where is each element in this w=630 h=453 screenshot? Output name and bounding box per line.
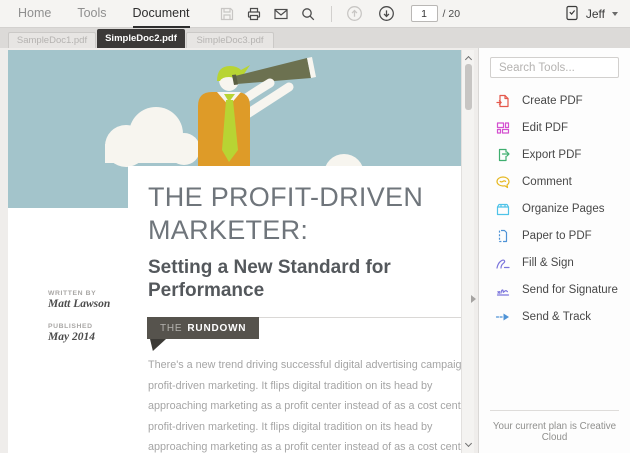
rundown-badge: THE RUNDOWN [147, 317, 259, 339]
plan-divider [490, 410, 619, 411]
document-tabs: SampleDoc1.pdf SimpleDoc2.pdf SimpleDoc3… [0, 28, 630, 48]
rundown-badge-tail [150, 339, 166, 351]
email-button[interactable] [268, 0, 295, 28]
written-by-label: WRITTEN BY [48, 290, 128, 297]
previous-page-button[interactable] [341, 0, 368, 28]
arrow-up-circle-icon [346, 5, 363, 22]
doc-tab-simpledoc3[interactable]: SimpleDoc3.pdf [186, 32, 274, 48]
scroll-down-icon[interactable] [465, 440, 472, 447]
user-name: Jeff [586, 7, 605, 21]
pdf-page: THE PROFIT-DRIVEN MARKETER: Setting a Ne… [8, 50, 468, 453]
plan-info: Your current plan is Creative Cloud Lear… [490, 410, 619, 453]
paper-to-pdf-icon [495, 228, 511, 244]
sidebar-collapse-handle[interactable] [471, 295, 476, 303]
scrollbar-thumb[interactable] [465, 64, 472, 110]
sidebar-tool-edit-pdf[interactable]: Edit PDF [479, 114, 630, 141]
tool-label: Paper to PDF [522, 230, 592, 242]
sidebar-tool-send-track[interactable]: Send & Track [479, 303, 630, 330]
save-button[interactable] [214, 0, 241, 28]
comment-icon [495, 174, 511, 190]
author-name: Matt Lawson [48, 298, 128, 310]
fill-sign-icon [495, 255, 511, 271]
email-icon [273, 6, 289, 22]
tool-label: Fill & Sign [522, 257, 574, 269]
body-line: profit-driven marketing. It flips digita… [148, 417, 468, 438]
main-area: THE PROFIT-DRIVEN MARKETER: Setting a Ne… [0, 48, 630, 453]
main-nav: Home Tools Document [18, 0, 190, 28]
body-line: There's a new trend driving successful d… [148, 355, 468, 376]
body-line: approaching marketing as a profit center… [148, 437, 468, 453]
tool-label: Export PDF [522, 149, 581, 161]
create-pdf-icon [495, 93, 511, 109]
tool-label: Edit PDF [522, 122, 568, 134]
send-track-icon [495, 309, 511, 325]
nav-tools[interactable]: Tools [77, 0, 106, 28]
organize-pages-icon [495, 201, 511, 217]
export-pdf-icon [495, 147, 511, 163]
tool-label: Create PDF [522, 95, 583, 107]
article-body: There's a new trend driving successful d… [148, 355, 468, 453]
toolbar-divider [331, 6, 332, 22]
doc-tab-simpledoc2[interactable]: SimpleDoc2.pdf [97, 29, 185, 48]
nav-home[interactable]: Home [18, 0, 51, 28]
device-check-icon [565, 5, 579, 22]
tools-list: Create PDF Edit PDF [479, 87, 630, 330]
save-icon [219, 6, 235, 22]
edit-pdf-icon [495, 120, 511, 136]
article-title: THE PROFIT-DRIVEN MARKETER: [148, 181, 458, 247]
sidebar-tool-export-pdf[interactable]: Export PDF [479, 141, 630, 168]
top-toolbar: Home Tools Document [0, 0, 630, 28]
page-number-input[interactable] [411, 5, 438, 22]
acrobat-window: Home Tools Document [0, 0, 630, 453]
sidebar-tool-paper-to-pdf[interactable]: Paper to PDF [479, 222, 630, 249]
tool-label: Send & Track [522, 311, 591, 323]
tools-sidebar: Create PDF Edit PDF [478, 48, 630, 453]
page-controls: / 20 [341, 0, 461, 28]
tool-label: Send for Signature [522, 284, 618, 296]
send-for-signature-icon [495, 282, 511, 298]
plan-text: Your current plan is Creative Cloud [490, 421, 619, 443]
nav-document[interactable]: Document [133, 0, 190, 28]
body-line: approaching marketing as a profit center… [148, 396, 468, 417]
sidebar-tool-comment[interactable]: Comment [479, 168, 630, 195]
document-scrollbar[interactable] [461, 50, 474, 453]
scroll-up-icon[interactable] [465, 56, 472, 63]
sidebar-tool-organize-pages[interactable]: Organize Pages [479, 195, 630, 222]
page-count-label: / 20 [443, 8, 461, 20]
print-icon [246, 6, 262, 22]
article-header: THE PROFIT-DRIVEN MARKETER: Setting a Ne… [128, 166, 468, 302]
search-button[interactable] [295, 0, 322, 28]
tool-label: Organize Pages [522, 203, 604, 215]
sidebar-tool-send-for-signature[interactable]: Send for Signature [479, 276, 630, 303]
chevron-down-icon [612, 12, 618, 16]
body-line: profit-driven marketing. It flips digita… [148, 376, 468, 397]
print-button[interactable] [241, 0, 268, 28]
doc-tab-sampledoc1[interactable]: SampleDoc1.pdf [8, 32, 96, 48]
search-icon [300, 6, 316, 22]
published-label: PUBLISHED [48, 323, 128, 330]
published-date: May 2014 [48, 331, 128, 343]
arrow-down-circle-icon [378, 5, 395, 22]
sidebar-tool-create-pdf[interactable]: Create PDF [479, 87, 630, 114]
sidebar-tool-fill-sign[interactable]: Fill & Sign [479, 249, 630, 276]
next-page-button[interactable] [373, 0, 400, 28]
article-subtitle: Setting a New Standard for Performance [148, 256, 458, 302]
tool-label: Comment [522, 176, 572, 188]
account-menu[interactable]: Jeff [565, 5, 618, 22]
search-tools-input[interactable] [490, 57, 619, 78]
article-byline: WRITTEN BY Matt Lawson PUBLISHED May 201… [48, 290, 128, 343]
